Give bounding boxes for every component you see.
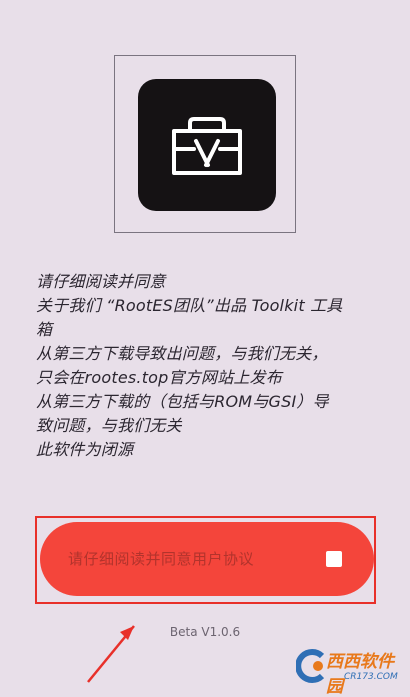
notice-line: 只会在rootes.top官方网站上发布: [36, 368, 282, 387]
agree-terms-button[interactable]: 请仔细阅读并同意用户协议: [40, 522, 374, 596]
app-logo: [138, 79, 276, 211]
toolbox-icon: [172, 117, 242, 175]
watermark-domain: CR173.COM: [344, 672, 398, 682]
notice-line: 箱: [36, 320, 53, 339]
app-logo-frame: [114, 55, 296, 233]
notice-line: 关于我们 “RootES团队”出品 Toolkit 工具: [36, 296, 343, 315]
notice-line: 从第三方下载的（包括与ROM与GSI）导: [36, 392, 329, 411]
notice-line: 从第三方下载导致出问题，与我们无关，: [36, 344, 328, 363]
agree-terms-label: 请仔细阅读并同意用户协议: [68, 550, 255, 568]
notice-line: 此软件为闭源: [36, 440, 134, 459]
notice-line: 致问题，与我们无关: [36, 416, 182, 435]
watermark: 西西软件园 CR173.COM: [296, 644, 408, 697]
watermark-logo-icon: [296, 649, 325, 683]
notice-line: 请仔细阅读并同意: [36, 272, 166, 291]
version-label: Beta V1.0.6: [169, 625, 241, 639]
notice-text: 请仔细阅读并同意 关于我们 “RootES团队”出品 Toolkit 工具 箱 …: [36, 270, 381, 462]
agree-checkbox[interactable]: [326, 551, 342, 567]
